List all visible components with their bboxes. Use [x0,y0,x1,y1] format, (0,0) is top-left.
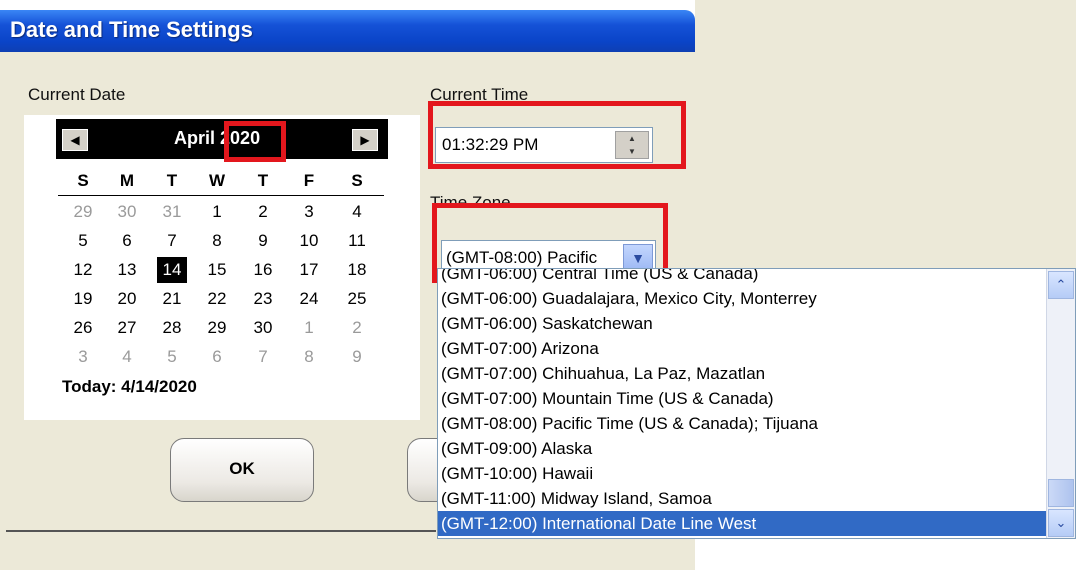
dropdown-scrollbar[interactable]: ⌃ ⌄ [1046,269,1075,538]
calendar-day[interactable]: 27 [112,315,142,341]
calendar-day[interactable]: 20 [112,286,142,312]
calendar-day[interactable]: 23 [248,286,278,312]
time-zone-option[interactable]: (GMT-10:00) Hawaii [438,461,1049,486]
weekday-header: S [351,171,363,190]
time-zone-option[interactable]: (GMT-06:00) Saskatchewan [438,311,1049,336]
calendar-day[interactable]: 21 [157,286,187,312]
time-zone-option[interactable]: (GMT-07:00) Chihuahua, La Paz, Mazatlan [438,361,1049,386]
month-label: April [174,128,216,148]
time-zone-option[interactable]: (GMT-07:00) Mountain Time (US & Canada) [438,386,1049,411]
calendar-day[interactable]: 29 [68,199,98,225]
time-zone-option[interactable]: (GMT-06:00) Central Time (US & Canada) [438,269,1049,286]
window-title: Date and Time Settings [10,17,253,42]
calendar-day[interactable]: 30 [248,315,278,341]
calendar-day[interactable]: 16 [248,257,278,283]
calendar-day[interactable]: 9 [342,344,372,370]
calendar-day[interactable]: 8 [294,344,324,370]
left-triangle-icon: ◀ [70,133,80,147]
prev-month-button[interactable]: ◀ [62,129,88,151]
calendar-day[interactable]: 9 [248,228,278,254]
time-zone-option[interactable]: (GMT-07:00) Arizona [438,336,1049,361]
weekday-header: W [208,171,226,190]
right-triangle-icon: ▶ [360,133,370,147]
calendar-day[interactable]: 26 [68,315,98,341]
calendar-header: ◀ April 2020 ▶ [56,119,388,159]
calendar-day[interactable]: 6 [112,228,142,254]
calendar-day[interactable]: 12 [68,257,98,283]
scroll-up-icon[interactable]: ⌃ [1048,271,1074,299]
calendar-day[interactable]: 17 [294,257,324,283]
calendar-day[interactable]: 25 [342,286,372,312]
calendar-day[interactable]: 1 [202,199,232,225]
scroll-thumb[interactable] [1048,479,1074,507]
calendar-day[interactable]: 7 [248,344,278,370]
calendar-day[interactable]: 3 [294,199,324,225]
calendar-day[interactable]: 4 [112,344,142,370]
weekday-header: S [77,171,89,190]
calendar-day[interactable]: 28 [157,315,187,341]
time-zone-option[interactable]: (GMT-12:00) International Date Line West [438,511,1049,536]
calendar-day[interactable]: 1 [294,315,324,341]
calendar-day[interactable]: 7 [157,228,187,254]
calendar-day[interactable]: 6 [202,344,232,370]
ok-button-label: OK [229,459,255,478]
calendar-day[interactable]: 15 [202,257,232,283]
next-month-button[interactable]: ▶ [352,129,378,151]
calendar-day[interactable]: 5 [157,344,187,370]
today-link[interactable]: Today: 4/14/2020 [62,377,197,397]
calendar-day[interactable]: 31 [157,199,187,225]
weekday-header: M [119,171,135,190]
calendar-day[interactable]: 10 [294,228,324,254]
time-zone-option[interactable]: (GMT-08:00) Pacific Time (US & Canada); … [438,411,1049,436]
weekday-divider [58,195,384,196]
calendar-day[interactable]: 29 [202,315,232,341]
calendar-day[interactable]: 5 [68,228,98,254]
ok-button[interactable]: OK [170,438,314,502]
time-zone-option[interactable]: (GMT-11:00) Midway Island, Samoa [438,486,1049,511]
calendar-day[interactable]: 4 [342,199,372,225]
calendar-day[interactable]: 8 [202,228,232,254]
title-bar[interactable]: Date and Time Settings [0,10,695,52]
year-highlight [224,121,286,162]
time-zone-option[interactable]: (GMT-09:00) Alaska [438,436,1049,461]
calendar-day[interactable]: 13 [112,257,142,283]
weekday-header: T [257,171,269,190]
calendar-day[interactable]: 14 [157,257,187,283]
time-zone-option[interactable]: (GMT-06:00) Guadalajara, Mexico City, Mo… [438,286,1049,311]
calendar-day[interactable]: 2 [342,315,372,341]
calendar-day[interactable]: 11 [342,228,372,254]
time-highlight [428,101,686,169]
calendar-day[interactable]: 3 [68,344,98,370]
calendar-day[interactable]: 2 [248,199,278,225]
scroll-down-icon[interactable]: ⌄ [1048,509,1074,537]
calendar-day[interactable]: 18 [342,257,372,283]
weekday-header: F [303,171,315,190]
time-zone-dropdown-list[interactable]: (GMT-06:00) Central Time (US & Canada) (G… [437,268,1076,539]
weekday-header: T [166,171,178,190]
calendar-day[interactable]: 22 [202,286,232,312]
calendar: ◀ April 2020 ▶ SMTWTFS 29 30 31 1 2 3 4 5 6 7 8 9 10… [24,115,420,420]
divider [6,530,436,532]
calendar-day[interactable]: 19 [68,286,98,312]
current-date-label: Current Date [28,85,126,104]
calendar-day[interactable]: 24 [294,286,324,312]
calendar-day[interactable]: 30 [112,199,142,225]
